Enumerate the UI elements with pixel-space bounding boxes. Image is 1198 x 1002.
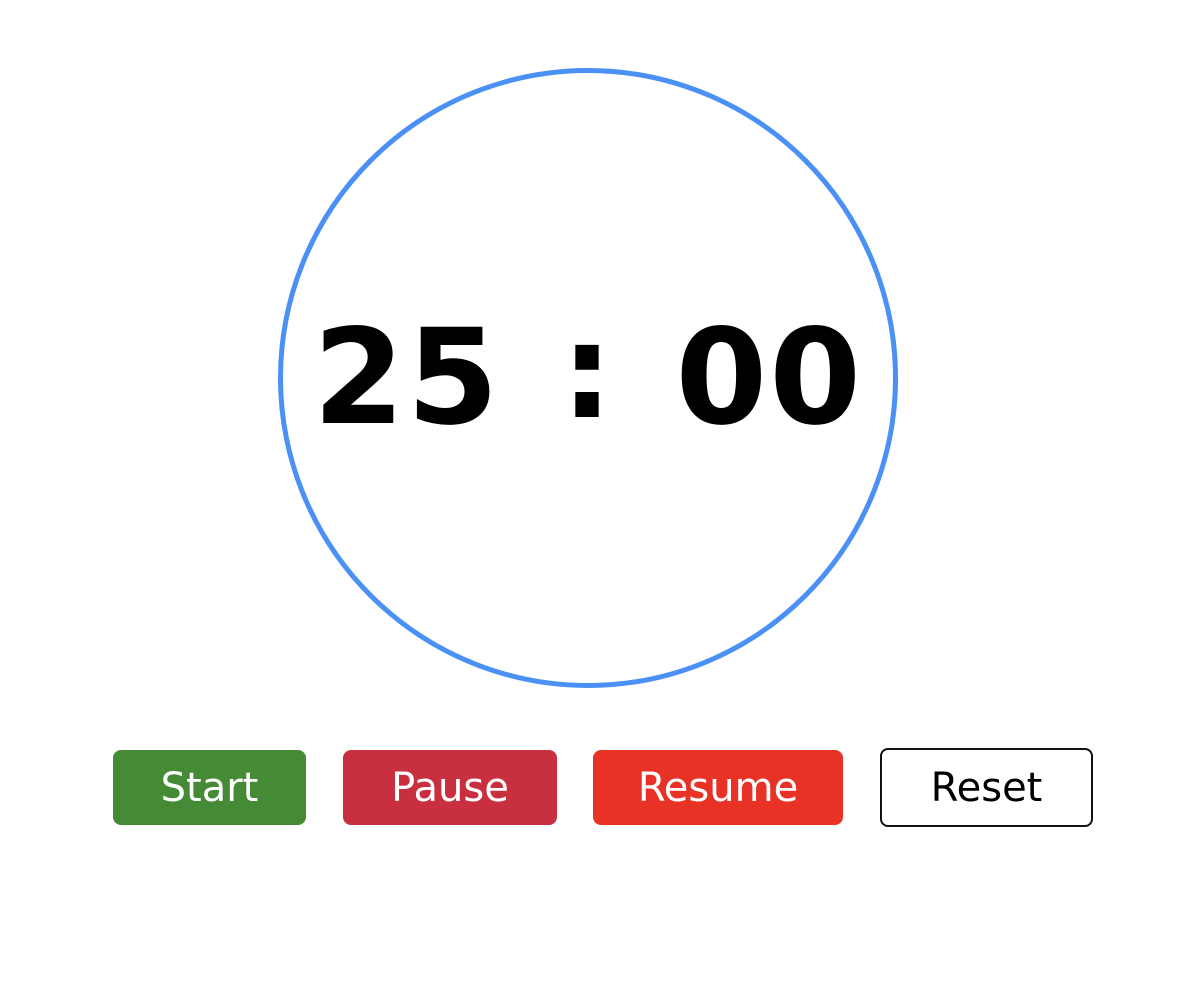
pomodoro-timer: 25 : 00 Start Pause Resume Reset [0,0,1198,1002]
minutes-value: 25 [312,301,501,455]
pause-button[interactable]: Pause [343,750,557,825]
reset-button[interactable]: Reset [880,748,1093,827]
time-display: 25 : 00 [278,68,898,688]
start-button[interactable]: Start [113,750,306,825]
seconds-value: 00 [675,301,864,455]
resume-button[interactable]: Resume [593,750,843,825]
time-separator: : [560,295,616,449]
